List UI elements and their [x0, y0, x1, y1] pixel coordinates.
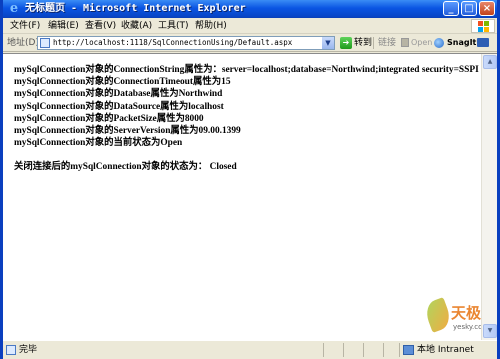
status-separator	[363, 343, 364, 357]
status-separator	[343, 343, 344, 357]
status-bar: 完毕 本地 Intranet	[3, 340, 497, 359]
windows-logo-icon	[471, 19, 495, 33]
yesky-logo-icon	[422, 297, 454, 333]
go-button[interactable]: 转到	[354, 36, 372, 50]
open-button[interactable]: Open	[411, 36, 432, 50]
address-label: 地址(D)	[7, 38, 39, 48]
close-button[interactable]: ×	[479, 1, 495, 16]
data-source-line: mySqlConnection对象的DataSource属性为localhost	[14, 101, 224, 112]
menu-edit[interactable]: 编辑(E)	[48, 19, 79, 33]
status-text: 完毕	[19, 345, 38, 355]
closed-state-line: 关闭连接后的mySqlConnection对象的状态为： Closed	[14, 162, 237, 173]
server-version-line: mySqlConnection对象的ServerVersion属性为09.00.…	[14, 126, 241, 137]
zone-text: 本地 Intranet	[417, 345, 474, 355]
page-done-icon	[6, 345, 16, 355]
menu-favorites[interactable]: 收藏(A)	[121, 19, 152, 33]
go-arrow-icon[interactable]: ➔	[340, 37, 352, 49]
title-bar: e 无标题页 - Microsoft Internet Explorer _ □…	[3, 0, 497, 18]
links-button[interactable]: 链接	[378, 36, 396, 50]
status-separator	[323, 343, 324, 357]
watermark-brand: 天极	[451, 304, 482, 322]
scroll-up-icon[interactable]: ▲	[483, 55, 497, 69]
browser-window: e 无标题页 - Microsoft Internet Explorer _ □…	[0, 0, 500, 359]
database-line: mySqlConnection对象的Database属性为Northwind	[14, 89, 223, 100]
menu-help[interactable]: 帮助(H)	[195, 19, 227, 33]
snagit-camera-icon[interactable]	[477, 38, 489, 47]
ie-logo-icon: e	[9, 1, 19, 16]
page-content: mySqlConnection对象的ConnectionString属性为：se…	[3, 53, 497, 340]
scroll-down-icon[interactable]: ▼	[483, 324, 497, 338]
address-input[interactable]: http://localhost:1118/SqlConnectionUsing…	[37, 36, 335, 50]
menu-bar: 文件(F) 编辑(E) 查看(V) 收藏(A) 工具(T) 帮助(H)	[3, 18, 497, 34]
status-separator	[399, 343, 400, 357]
connection-string-line: mySqlConnection对象的ConnectionString属性为：se…	[14, 65, 479, 75]
open-icon	[401, 38, 409, 47]
maximize-button[interactable]: □	[461, 1, 477, 16]
address-bar: 地址(D) http://localhost:1118/SqlConnectio…	[3, 34, 497, 52]
menu-file[interactable]: 文件(F)	[10, 19, 40, 33]
current-state-line: mySqlConnection对象的当前状态为Open	[14, 138, 183, 149]
packet-size-line: mySqlConnection对象的PacketSize属性为8000	[14, 113, 204, 124]
snagit-icon[interactable]	[434, 38, 444, 48]
minimize-button[interactable]: _	[443, 1, 459, 16]
menu-tools[interactable]: 工具(T)	[158, 19, 189, 33]
page-icon	[40, 38, 50, 48]
snagit-button[interactable]: SnagIt	[447, 36, 476, 50]
menu-view[interactable]: 查看(V)	[85, 19, 116, 33]
toolbar-separator	[373, 37, 374, 49]
window-title: 无标题页 - Microsoft Internet Explorer	[25, 3, 246, 14]
address-url[interactable]: http://localhost:1118/SqlConnectionUsing…	[53, 37, 292, 49]
status-separator	[383, 343, 384, 357]
vertical-scrollbar[interactable]: ▲ ▼	[481, 54, 497, 340]
address-dropdown-icon[interactable]: ▼	[322, 37, 334, 49]
output-text: mySqlConnection对象的ConnectionString属性为：se…	[14, 64, 479, 174]
local-intranet-icon	[403, 345, 414, 355]
connection-timeout-line: mySqlConnection对象的ConnectionTimeout属性为15	[14, 77, 231, 88]
